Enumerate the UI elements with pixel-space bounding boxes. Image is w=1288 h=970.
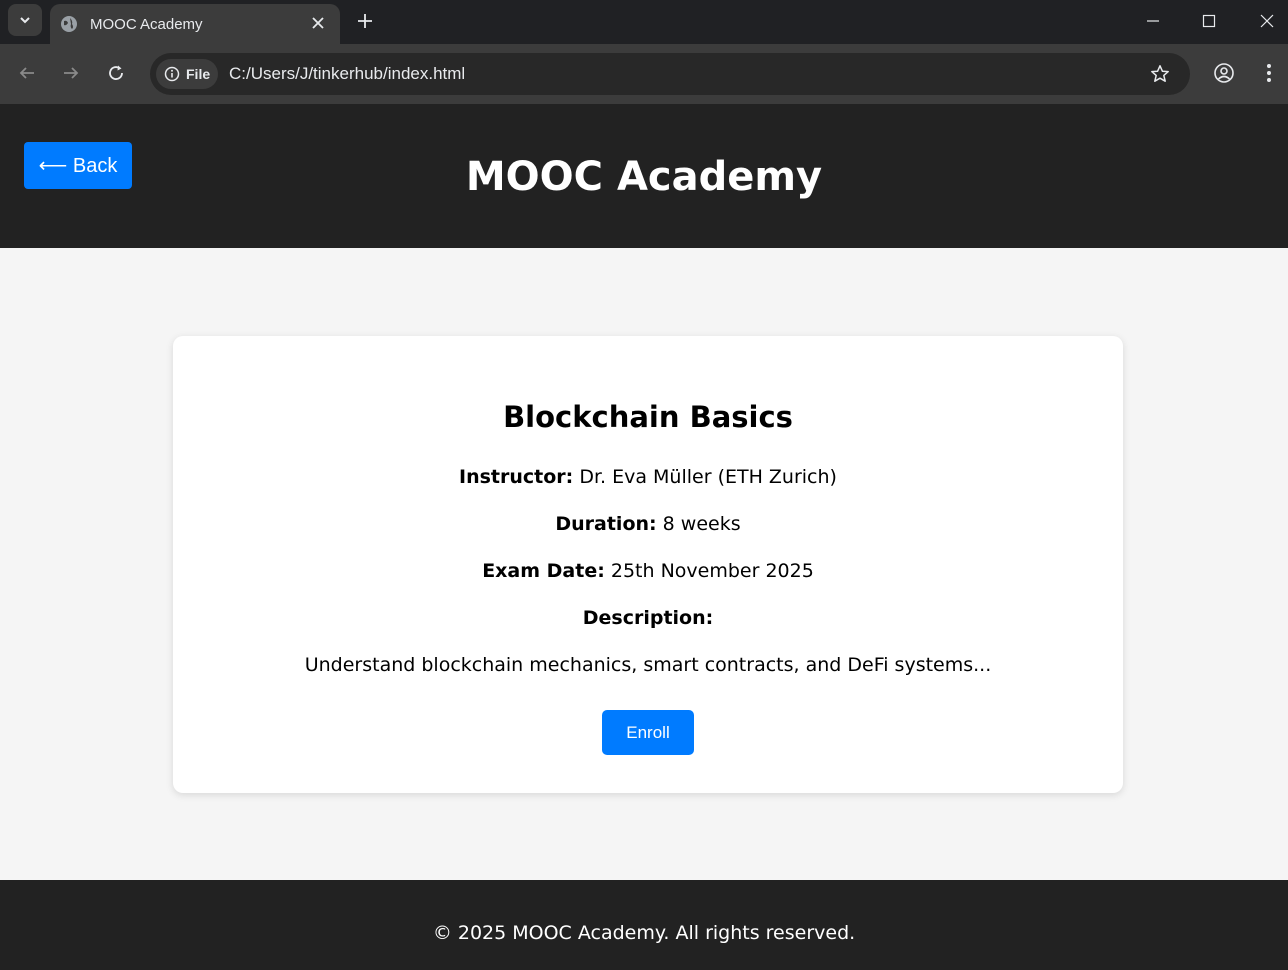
enroll-button[interactable]: Enroll [602,710,694,755]
close-icon [1260,14,1274,28]
site-title: MOOC Academy [465,154,823,200]
arrow-right-icon [64,67,79,79]
description-heading: Description: [173,607,1123,629]
close-icon [312,17,324,29]
profile-button[interactable] [1209,58,1239,88]
site-info-chip[interactable]: File [156,59,218,89]
reload-icon [109,65,123,80]
menu-button[interactable] [1254,58,1284,88]
star-icon [1151,65,1169,82]
browser-tab-bar: MOOC Academy [0,0,1288,44]
duration-label: Duration: [555,513,657,535]
plus-icon [358,14,372,28]
window-close-button[interactable] [1247,6,1287,36]
exam-date-value: 25th November 2025 [604,560,814,582]
exam-date-line: Exam Date: 25th November 2025 [173,560,1123,582]
course-title: Blockchain Basics [503,400,793,434]
tab-close-button[interactable] [308,13,328,33]
browser-toolbar: File C:/Users/J/tinkerhub/index.html [0,44,1288,104]
exam-date-label: Exam Date: [482,560,605,582]
arrow-left-icon [19,67,34,79]
tab-title: MOOC Academy [90,15,203,33]
reload-button[interactable] [101,58,131,88]
globe-icon [61,16,77,32]
browser-tab[interactable]: MOOC Academy [50,4,340,44]
description-label: Description: [582,607,714,629]
maximize-icon [1202,14,1216,28]
back-nav-button[interactable] [12,58,42,88]
minimize-button[interactable] [1133,6,1173,36]
profile-icon [1214,63,1234,83]
site-header: ⟵ Back MOOC Academy [0,104,1288,248]
new-tab-button[interactable] [352,8,378,34]
footer-copyright: © 2025 MOOC Academy. All rights reserved… [432,922,856,944]
more-vertical-icon [1267,64,1271,82]
instructor-value: Dr. Eva Müller (ETH Zurich) [573,466,837,488]
forward-nav-button[interactable] [56,58,86,88]
duration-value: 8 weeks [656,513,741,535]
address-bar[interactable]: File C:/Users/J/tinkerhub/index.html [150,53,1190,95]
course-card: Blockchain Basics Instructor: Dr. Eva Mü… [173,336,1123,793]
url-text[interactable]: C:/Users/J/tinkerhub/index.html [229,64,465,84]
info-icon [164,66,180,82]
bookmark-button[interactable] [1148,62,1172,86]
description-text: Understand blockchain mechanics, smart c… [304,654,992,676]
minimize-icon [1147,20,1159,22]
instructor-label: Instructor: [459,466,574,488]
site-info-label: File [186,66,211,82]
chevron-down-icon [20,17,30,24]
duration-line: Duration: 8 weeks [173,513,1123,535]
instructor-line: Instructor: Dr. Eva Müller (ETH Zurich) [173,466,1123,488]
tab-search-button[interactable] [8,4,42,36]
site-footer: © 2025 MOOC Academy. All rights reserved… [0,880,1288,970]
maximize-button[interactable] [1189,6,1229,36]
